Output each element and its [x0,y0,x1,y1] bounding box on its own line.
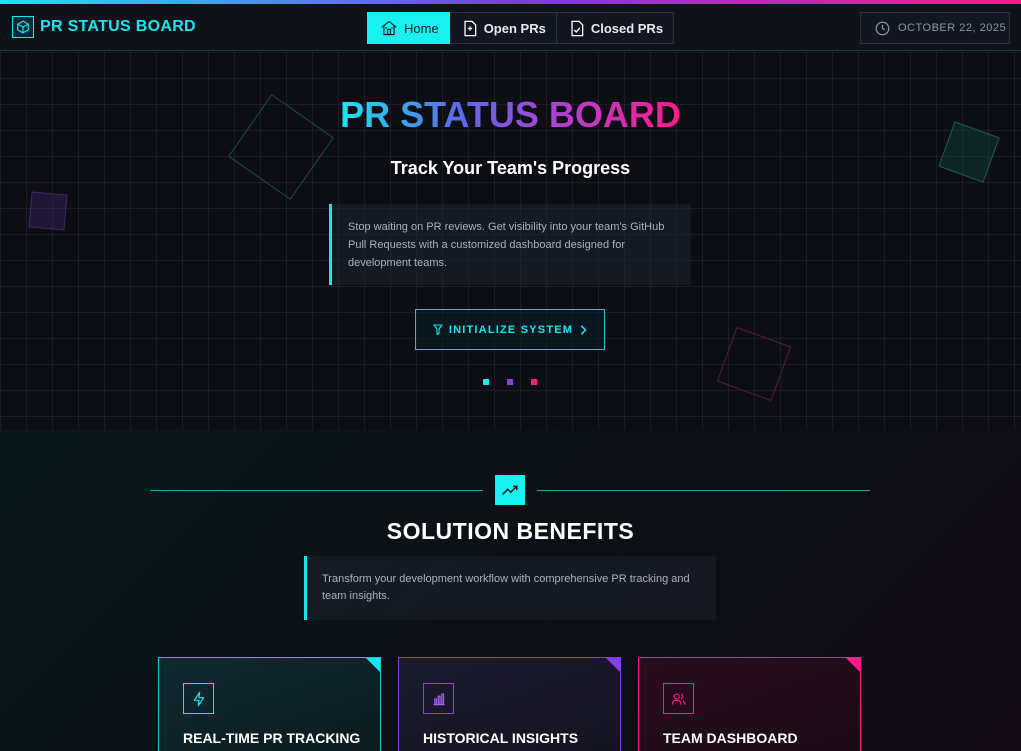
nav-closed-prs[interactable]: Closed PRs [556,12,675,44]
divider-right [537,490,870,491]
nav-closed-prs-label: Closed PRs [590,20,664,36]
users-icon [663,683,694,714]
carousel-dot[interactable] [531,379,537,385]
decorative-square [28,191,68,231]
card-title: REAL-TIME PR TRACKING [183,730,361,746]
hero-description: Stop waiting on PR reviews. Get visibili… [329,204,691,285]
trending-up-icon [495,475,525,505]
date-display: OCTOBER 22, 2025 [860,12,1010,44]
nav-home-label: Home [404,20,439,36]
initialize-system-button[interactable]: INITIALIZE SYSTEM [415,309,605,350]
benefit-card-realtime[interactable]: REAL-TIME PR TRACKING [158,657,381,751]
brand-title: PR STATUS BOARD [40,18,196,35]
bar-chart-icon [423,683,454,714]
nav-open-prs-label: Open PRs [483,20,546,36]
divider-left [150,490,483,491]
carousel-dots [483,379,555,385]
main-nav: Home Open PRs Closed PRs [367,12,675,44]
hero-section: PR STATUS BOARD Track Your Team's Progre… [0,52,1021,430]
filter-icon [433,324,443,335]
carousel-dot[interactable] [483,379,489,385]
hero-title: PR STATUS BOARD [0,94,1021,136]
benefit-card-team[interactable]: TEAM DASHBOARD [638,657,861,751]
cube-icon [12,16,34,38]
carousel-dot[interactable] [507,379,513,385]
decorative-square [716,326,792,402]
benefit-card-historical[interactable]: HISTORICAL INSIGHTS [398,657,621,751]
card-title: HISTORICAL INSIGHTS [423,730,579,746]
card-corner-accent [366,658,380,672]
brand[interactable]: PR STATUS BOARD [12,16,196,38]
benefits-section: SOLUTION BENEFITS Transform your develop… [0,430,1021,751]
benefits-description: Transform your development workflow with… [304,556,716,620]
file-check-icon [571,20,584,36]
card-title: TEAM DASHBOARD [663,730,798,746]
top-header: PR STATUS BOARD Home Open PRs Closed PRs… [0,4,1021,51]
lightning-icon [183,683,214,714]
home-icon [381,20,397,36]
file-plus-icon [464,20,476,36]
chevron-right-icon [580,324,587,335]
nav-open-prs[interactable]: Open PRs [449,12,557,44]
hero-subtitle: Track Your Team's Progress [390,158,631,178]
benefits-title: SOLUTION BENEFITS [386,518,635,544]
hero-title-text: PR STATUS BOARD [340,94,681,135]
card-corner-accent [846,658,860,672]
nav-home[interactable]: Home [367,12,450,44]
card-corner-accent [606,658,620,672]
cta-label: INITIALIZE SYSTEM [448,323,574,336]
date-text: OCTOBER 22, 2025 [898,22,1007,34]
clock-icon [875,21,890,35]
